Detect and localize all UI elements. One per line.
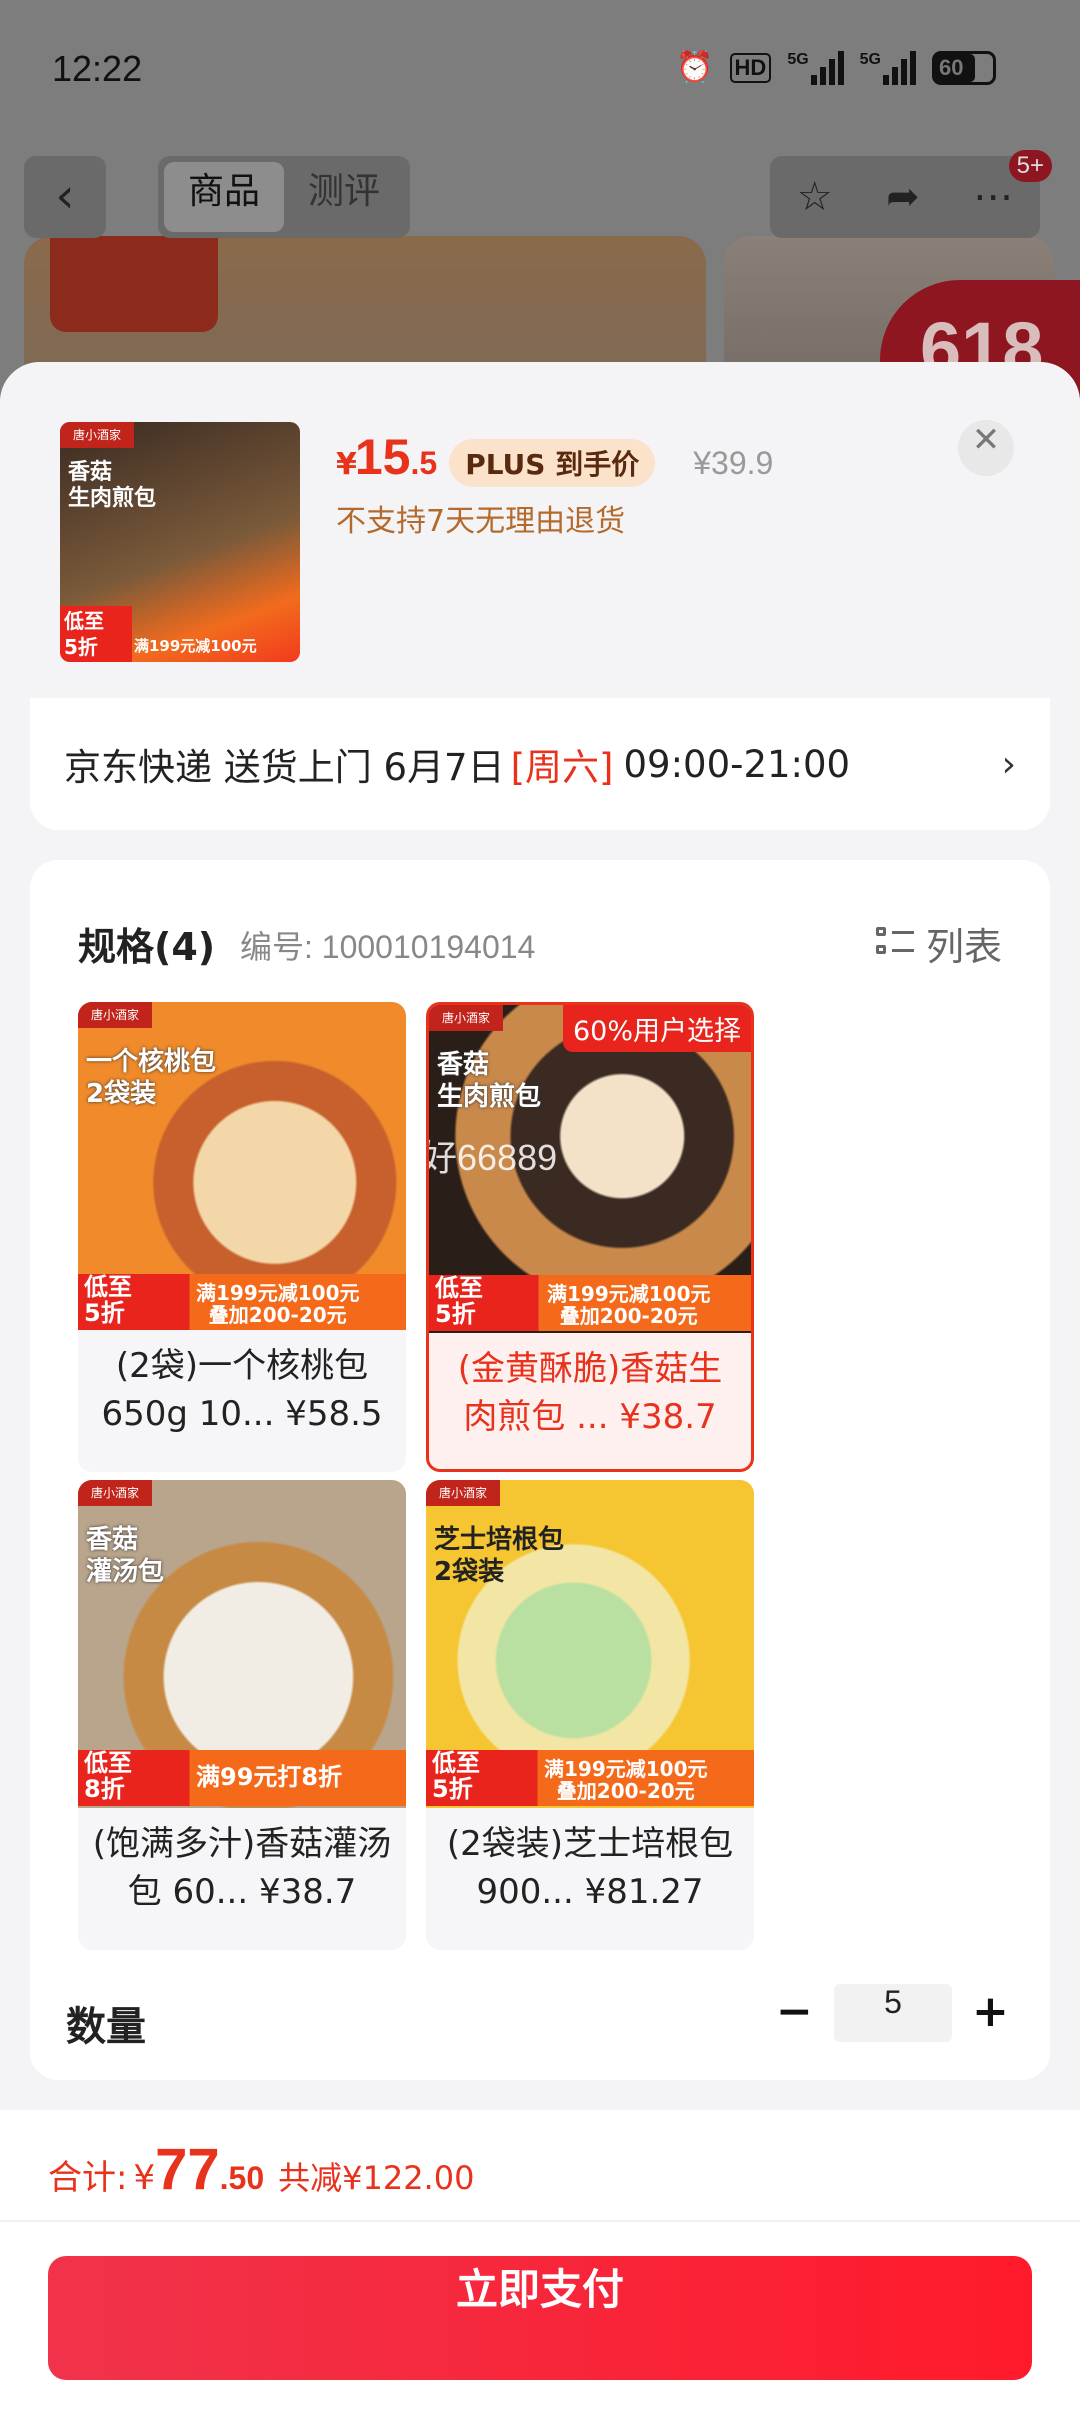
price-decimal: .5 [410,445,438,481]
spec-option-name: (2袋装)芝士培根包 900... ¥81.27 [446,1824,734,1912]
return-policy-note: 不支持7天无理由退货 [336,504,626,539]
back-button[interactable]: ‹ [24,156,106,238]
original-price: ¥39.9 [693,445,774,481]
quantity-input[interactable]: 5 [834,1984,952,2042]
total-currency: ¥ [133,2158,156,2198]
brand-logo: 唐小酒家 [78,1002,152,1028]
close-icon: ✕ [971,420,1001,460]
promo-label: 满199元减100元 叠加200-20元 [547,1282,711,1328]
list-view-toggle[interactable]: 列表 [875,916,1002,971]
currency-symbol: ¥ [336,447,357,482]
spec-title: 规格(4) [78,925,216,969]
shipping-time: 09:00-21:00 [623,742,851,786]
brand-logo: 唐小酒家 [78,1480,152,1506]
checkout-bar: 合计: ¥ 77 .50 共减¥122.00 立即支付 [0,2110,1080,2412]
brand-logo: 唐小酒家 [60,422,134,448]
signal-bars-2 [883,50,916,85]
background-brand-logo [50,236,218,332]
spec-option-tag: 一个核桃包 2袋装 [86,1047,217,1109]
brand-logo: 唐小酒家 [429,1005,503,1031]
sheet-header: 唐小酒家 香菇 生肉煎包 低至 5折 满199元减100元 ¥ 15 .5 PL… [0,362,1080,692]
spec-option-soup-dumpling[interactable]: 唐小酒家 香菇 灌汤包 低至 8折 满99元打8折 (饱满多汁)香菇灌汤包 60… [78,1480,406,1950]
status-icons: ⏰ HD 5G 5G 60 [676,50,996,85]
discount-label: 低至 5折 [84,1273,132,1327]
decrease-quantity-button[interactable]: − [776,1986,813,2037]
spec-option-walnut-bun[interactable]: 唐小酒家 一个核桃包 2袋装 低至 5折 满199元减100元 叠加200-20… [78,1002,406,1472]
share-icon[interactable]: ➦ [886,174,920,220]
total-saving: 共减¥122.00 [278,2159,475,2197]
spec-option-name: (金黄酥脆)香菇生肉煎包 ... ¥38.7 [457,1349,723,1437]
shipping-row[interactable]: 京东快递 送货上门 6月7日 [周六] 09:00-21:00 › [30,698,1050,830]
status-bar: 12:22 ⏰ HD 5G 5G 60 [0,0,1080,140]
quantity-label: 数量 [66,2004,146,2050]
shipping-weekday: [周六] [510,746,614,789]
brand-logo: 唐小酒家 [426,1480,500,1506]
battery-icon: 60 [932,50,996,85]
spec-option-pan-fried-bun[interactable]: 唐小酒家 香菇 生肉煎包 60%用户选择 低至 5折 满199元减100元 叠加… [426,1002,754,1472]
total-integer: 77 [155,2137,220,2202]
spec-number: 编号: 100010194014 [240,929,536,965]
message-badge: 5+ [1008,150,1052,182]
spec-option-tag: 芝士培根包 2袋装 [434,1525,565,1587]
more-icon[interactable]: ⋯ [973,174,1013,220]
spec-option-name: (2袋)一个核桃包 650g 10... ¥58.5 [101,1346,383,1434]
close-button[interactable]: ✕ [958,420,1014,476]
signal-bars [810,50,844,85]
discount-label: 低至 5折 [435,1274,483,1328]
pay-now-button[interactable]: 立即支付 [48,2256,1032,2380]
total-label: 合计: [48,2158,128,2198]
promo-label: 满199元减100元 叠加200-20元 [196,1281,360,1327]
total-row: 合计: ¥ 77 .50 共减¥122.00 [48,2136,474,2203]
spec-option-name: (饱满多汁)香菇灌汤包 60... ¥38.7 [92,1824,392,1912]
discount-label: 低至 8折 [84,1749,132,1803]
product-thumbnail: 唐小酒家 香菇 生肉煎包 低至 5折 满199元减100元 [60,422,300,662]
top-nav-bar: ‹ 商品 测评 ☆ ➦ ⋯ 5+ [24,150,1056,238]
status-time: 12:22 [52,48,143,89]
tab-product[interactable]: 商品 [164,162,284,232]
chevron-right-icon: › [1001,743,1016,785]
spec-option-cheese-bacon-bun[interactable]: 唐小酒家 芝士培根包 2袋装 低至 5折 满199元减100元 叠加200-20… [426,1480,754,1950]
top-actions: ☆ ➦ ⋯ 5+ [770,150,1052,238]
shipping-text: 京东快递 送货上门 6月7日 [64,746,505,789]
spec-option-tag: 香菇 生肉煎包 [437,1050,542,1112]
sku-selector-sheet: 唐小酒家 香菇 生肉煎包 低至 5折 满199元减100元 ¥ 15 .5 PL… [0,362,1080,2412]
thumbnail-discount: 低至 5折 [60,606,132,662]
price-integer: 15 [354,429,411,485]
price-row: ¥ 15 .5 PLUS 到手价 ¥39.9 [336,428,773,487]
tab-bar: 商品 测评 [158,156,410,238]
battery-level: 60 [939,54,964,80]
promo-label: 满99元打8折 [196,1763,343,1791]
quantity-row: 数量 − 5 + [30,1976,1050,2066]
spec-section: 规格(4) 编号: 100010194014 列表 唐小酒家 一个核桃包 2袋装… [30,860,1050,2080]
watermark: 好66889 [426,1137,558,1178]
list-label: 列表 [925,925,1002,969]
promo-label: 满199元减100元 叠加200-20元 [544,1757,708,1803]
chevron-left-icon: ‹ [55,168,75,224]
alarm-icon: ⏰ [676,51,714,84]
tab-review[interactable]: 测评 [284,162,404,232]
thumbnail-promo: 满199元减100元 [134,637,257,655]
network-label-2: 5G [859,50,881,68]
signal-icon-2: 5G [859,50,916,85]
hd-icon: HD [729,52,772,83]
spec-option-tag: 香菇 灌汤包 [86,1525,165,1587]
divider [0,2220,1080,2222]
network-label: 5G [787,50,809,68]
list-icon [875,926,914,961]
discount-label: 低至 5折 [432,1749,480,1803]
popular-choice-badge: 60%用户选择 [562,1005,751,1052]
increase-quantity-button[interactable]: + [972,1986,1009,2037]
star-icon[interactable]: ☆ [797,174,833,220]
total-decimal: .50 [219,2160,265,2196]
signal-icon-1: 5G [787,50,844,85]
thumbnail-tag: 香菇 生肉煎包 [68,460,157,511]
plus-price-badge: PLUS 到手价 [449,439,656,487]
